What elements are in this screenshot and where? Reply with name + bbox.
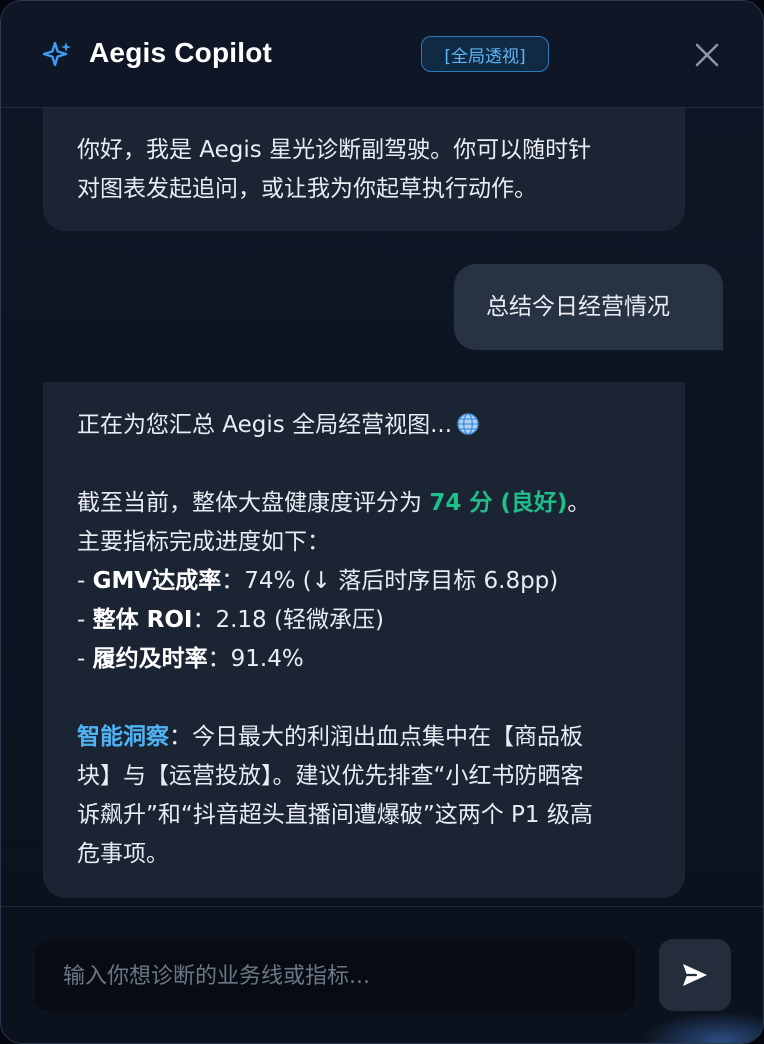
summary-intro: 正在为您汇总 Aegis 全局经营视图... bbox=[77, 412, 453, 438]
metric-label: 整体 ROI bbox=[92, 607, 193, 633]
close-icon[interactable] bbox=[693, 41, 721, 69]
message-list[interactable]: 你好，我是 Aegis 星光诊断副驾驶。你可以随时针 对图表发起追问，或让我为你… bbox=[1, 108, 763, 905]
metric-value: ：74% (↓ 落后时序目标 6.8pp) bbox=[221, 568, 559, 594]
chat-input[interactable] bbox=[35, 941, 635, 1011]
assistant-summary-message: 正在为您汇总 Aegis 全局经营视图... 截至当前，整体大盘健康度评分为 7… bbox=[43, 382, 685, 898]
insight-text: 块】与【运营投放】。建议优先排查“小红书防晒客 bbox=[77, 763, 584, 789]
metric-value: ：2.18 (轻微承压) bbox=[192, 607, 384, 633]
health-score-line: 截至当前，整体大盘健康度评分为 74 分 (良好)。 bbox=[77, 484, 651, 523]
metric-label: GMV达成率 bbox=[92, 568, 222, 594]
metric-bullet: - bbox=[77, 568, 93, 594]
metric-roi: - 整体 ROI：2.18 (轻微承压) bbox=[77, 601, 651, 640]
globe-icon bbox=[457, 413, 479, 435]
sparkle-icon bbox=[42, 41, 71, 67]
insight-text: 危事项。 bbox=[77, 841, 169, 867]
assistant-message: 你好，我是 Aegis 星光诊断副驾驶。你可以随时针 对图表发起追问，或让我为你… bbox=[43, 108, 685, 231]
insight-text: ：今日最大的利润出血点集中在【商品板 bbox=[169, 724, 583, 750]
metric-fulfillment: - 履约及时率：91.4% bbox=[77, 640, 651, 679]
summary-intro-line: 正在为您汇总 Aegis 全局经营视图... bbox=[77, 406, 651, 445]
copilot-panel: Aegis Copilot [全局透视] 你好，我是 Aegis 星光诊断副驾驶… bbox=[0, 0, 764, 1044]
health-score-value: 74 分 (良好) bbox=[429, 490, 568, 516]
composer-bar bbox=[1, 906, 763, 1043]
insight-text: 诉飙升”和“抖音超头直播间遭爆破”这两个 P1 级高 bbox=[77, 802, 593, 828]
metric-gmv: - GMV达成率：74% (↓ 落后时序目标 6.8pp) bbox=[77, 562, 651, 601]
metric-label: 履约及时率 bbox=[92, 646, 208, 672]
message-line: 对图表发起追问，或让我为你起草执行动作。 bbox=[77, 176, 537, 202]
metric-value: ：91.4% bbox=[207, 646, 304, 672]
user-message: 总结今日经营情况 bbox=[454, 264, 723, 350]
send-button[interactable] bbox=[659, 939, 731, 1011]
send-icon bbox=[683, 964, 707, 986]
insight-line: 智能洞察：今日最大的利润出血点集中在【商品板 bbox=[77, 718, 651, 757]
metric-bullet: - bbox=[77, 607, 93, 633]
insight-label: 智能洞察 bbox=[77, 724, 169, 750]
message-line: 你好，我是 Aegis 星光诊断副驾驶。你可以随时针 bbox=[77, 137, 592, 163]
metrics-title: 主要指标完成进度如下： bbox=[77, 529, 330, 555]
score-prefix: 截至当前，整体大盘健康度评分为 bbox=[77, 490, 430, 516]
panel-header: Aegis Copilot [全局透视] bbox=[1, 1, 763, 108]
user-message-text: 总结今日经营情况 bbox=[486, 293, 670, 320]
metric-bullet: - bbox=[77, 646, 93, 672]
score-suffix: 。 bbox=[567, 490, 591, 516]
mode-badge: [全局透视] bbox=[421, 36, 549, 72]
app-title: Aegis Copilot bbox=[89, 37, 273, 68]
